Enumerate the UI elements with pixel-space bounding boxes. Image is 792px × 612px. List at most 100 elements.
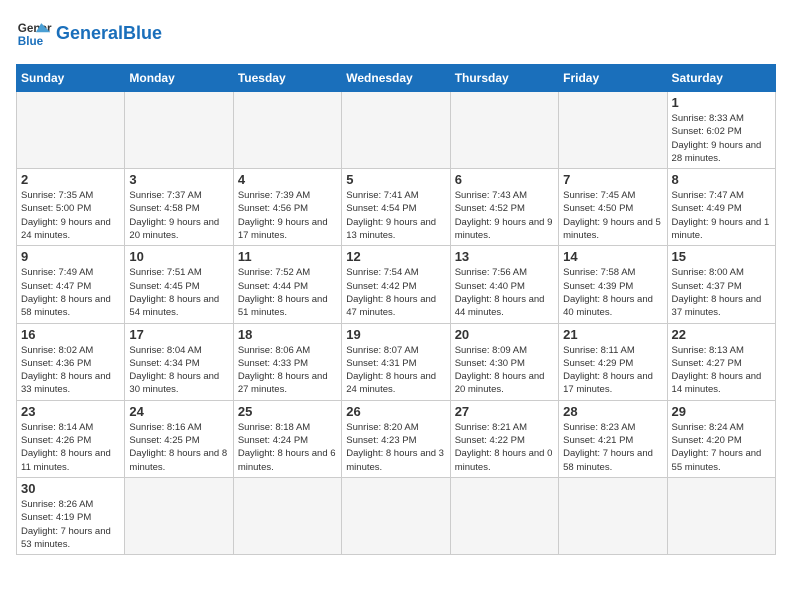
calendar-cell: 12Sunrise: 7:54 AM Sunset: 4:42 PM Dayli…: [342, 246, 450, 323]
week-row-4: 23 Sunrise: 8:14 AM Sunset: 4:26 PM Dayli…: [17, 400, 776, 477]
logo-blue: Blue: [123, 23, 162, 43]
day-info: Sunrise: 8:00 AM Sunset: 4:37 PM Dayligh…: [672, 266, 771, 319]
day-info: Sunrise: 7:51 AM Sunset: 4:45 PM Dayligh…: [129, 266, 228, 319]
calendar-cell: [559, 92, 667, 169]
day-number: 27: [455, 404, 554, 419]
calendar-header-row: SundayMondayTuesdayWednesdayThursdayFrid…: [17, 65, 776, 92]
calendar-cell: 21Sunrise: 8:11 AM Sunset: 4:29 PM Dayli…: [559, 323, 667, 400]
calendar-cell: 6 Sunrise: 7:43 AM Sunset: 4:52 PM Daylig…: [450, 169, 558, 246]
day-info: Sunrise: 8:26 AM Sunset: 4:19 PM Dayligh…: [21, 498, 120, 551]
day-number: 8: [672, 172, 771, 187]
calendar-cell: 3 Sunrise: 7:37 AM Sunset: 4:58 PM Daylig…: [125, 169, 233, 246]
day-info: Sunrise: 8:04 AM Sunset: 4:34 PM Dayligh…: [129, 344, 228, 397]
logo-icon: General Blue: [16, 16, 52, 52]
day-info: Sunrise: 7:45 AM Sunset: 4:50 PM Dayligh…: [563, 189, 662, 242]
day-number: 26: [346, 404, 445, 419]
day-number: 25: [238, 404, 337, 419]
day-header-friday: Friday: [559, 65, 667, 92]
day-info: Sunrise: 8:13 AM Sunset: 4:27 PM Dayligh…: [672, 344, 771, 397]
calendar-cell: 30 Sunrise: 8:26 AM Sunset: 4:19 PM Dayli…: [17, 477, 125, 554]
day-number: 7: [563, 172, 662, 187]
week-row-2: 9Sunrise: 7:49 AM Sunset: 4:47 PM Daylig…: [17, 246, 776, 323]
calendar-cell: 15 Sunrise: 8:00 AM Sunset: 4:37 PM Dayli…: [667, 246, 775, 323]
day-number: 6: [455, 172, 554, 187]
day-number: 16: [21, 327, 120, 342]
logo-general: General: [56, 23, 123, 43]
day-info: Sunrise: 7:58 AM Sunset: 4:39 PM Dayligh…: [563, 266, 662, 319]
calendar-cell: 8Sunrise: 7:47 AM Sunset: 4:49 PM Daylig…: [667, 169, 775, 246]
calendar-cell: [559, 477, 667, 554]
calendar-cell: 19 Sunrise: 8:07 AM Sunset: 4:31 PM Dayli…: [342, 323, 450, 400]
day-number: 21: [563, 327, 662, 342]
calendar-cell: [233, 92, 341, 169]
day-info: Sunrise: 8:33 AM Sunset: 6:02 PM Dayligh…: [672, 112, 771, 165]
calendar-cell: 26Sunrise: 8:20 AM Sunset: 4:23 PM Dayli…: [342, 400, 450, 477]
day-info: Sunrise: 8:16 AM Sunset: 4:25 PM Dayligh…: [129, 421, 228, 474]
day-header-wednesday: Wednesday: [342, 65, 450, 92]
day-header-saturday: Saturday: [667, 65, 775, 92]
day-number: 30: [21, 481, 120, 496]
calendar-cell: 28Sunrise: 8:23 AM Sunset: 4:21 PM Dayli…: [559, 400, 667, 477]
calendar-cell: 23 Sunrise: 8:14 AM Sunset: 4:26 PM Dayli…: [17, 400, 125, 477]
day-info: Sunrise: 8:07 AM Sunset: 4:31 PM Dayligh…: [346, 344, 445, 397]
day-number: 4: [238, 172, 337, 187]
day-number: 3: [129, 172, 228, 187]
day-info: Sunrise: 7:41 AM Sunset: 4:54 PM Dayligh…: [346, 189, 445, 242]
day-number: 17: [129, 327, 228, 342]
day-number: 2: [21, 172, 120, 187]
day-number: 28: [563, 404, 662, 419]
calendar-cell: [125, 477, 233, 554]
day-info: Sunrise: 7:37 AM Sunset: 4:58 PM Dayligh…: [129, 189, 228, 242]
calendar-cell: [667, 477, 775, 554]
day-info: Sunrise: 7:56 AM Sunset: 4:40 PM Dayligh…: [455, 266, 554, 319]
day-info: Sunrise: 8:09 AM Sunset: 4:30 PM Dayligh…: [455, 344, 554, 397]
day-header-sunday: Sunday: [17, 65, 125, 92]
day-number: 19: [346, 327, 445, 342]
day-number: 24: [129, 404, 228, 419]
calendar-cell: 14 Sunrise: 7:58 AM Sunset: 4:39 PM Dayli…: [559, 246, 667, 323]
calendar-cell: 9Sunrise: 7:49 AM Sunset: 4:47 PM Daylig…: [17, 246, 125, 323]
header: General Blue GeneralBlue: [16, 16, 776, 52]
calendar: SundayMondayTuesdayWednesdayThursdayFrid…: [16, 64, 776, 555]
day-number: 23: [21, 404, 120, 419]
day-info: Sunrise: 7:43 AM Sunset: 4:52 PM Dayligh…: [455, 189, 554, 242]
calendar-cell: [450, 92, 558, 169]
day-info: Sunrise: 8:24 AM Sunset: 4:20 PM Dayligh…: [672, 421, 771, 474]
day-number: 18: [238, 327, 337, 342]
day-number: 15: [672, 249, 771, 264]
calendar-cell: 25 Sunrise: 8:18 AM Sunset: 4:24 PM Dayli…: [233, 400, 341, 477]
calendar-cell: 10Sunrise: 7:51 AM Sunset: 4:45 PM Dayli…: [125, 246, 233, 323]
day-number: 1: [672, 95, 771, 110]
logo: General Blue GeneralBlue: [16, 16, 162, 52]
calendar-cell: [342, 477, 450, 554]
calendar-cell: 1 Sunrise: 8:33 AM Sunset: 6:02 PM Daylig…: [667, 92, 775, 169]
calendar-cell: 11Sunrise: 7:52 AM Sunset: 4:44 PM Dayli…: [233, 246, 341, 323]
day-number: 29: [672, 404, 771, 419]
day-number: 13: [455, 249, 554, 264]
calendar-cell: 22 Sunrise: 8:13 AM Sunset: 4:27 PM Dayli…: [667, 323, 775, 400]
week-row-3: 16 Sunrise: 8:02 AM Sunset: 4:36 PM Dayli…: [17, 323, 776, 400]
day-header-tuesday: Tuesday: [233, 65, 341, 92]
day-info: Sunrise: 8:02 AM Sunset: 4:36 PM Dayligh…: [21, 344, 120, 397]
week-row-0: 1 Sunrise: 8:33 AM Sunset: 6:02 PM Daylig…: [17, 92, 776, 169]
day-info: Sunrise: 8:18 AM Sunset: 4:24 PM Dayligh…: [238, 421, 337, 474]
calendar-cell: [125, 92, 233, 169]
calendar-cell: 5 Sunrise: 7:41 AM Sunset: 4:54 PM Daylig…: [342, 169, 450, 246]
day-number: 5: [346, 172, 445, 187]
logo-text: GeneralBlue: [56, 24, 162, 44]
day-header-thursday: Thursday: [450, 65, 558, 92]
calendar-cell: 4Sunrise: 7:39 AM Sunset: 4:56 PM Daylig…: [233, 169, 341, 246]
day-info: Sunrise: 7:35 AM Sunset: 5:00 PM Dayligh…: [21, 189, 120, 242]
calendar-cell: 17 Sunrise: 8:04 AM Sunset: 4:34 PM Dayli…: [125, 323, 233, 400]
calendar-cell: 20Sunrise: 8:09 AM Sunset: 4:30 PM Dayli…: [450, 323, 558, 400]
calendar-cell: 16 Sunrise: 8:02 AM Sunset: 4:36 PM Dayli…: [17, 323, 125, 400]
calendar-cell: [17, 92, 125, 169]
day-info: Sunrise: 8:14 AM Sunset: 4:26 PM Dayligh…: [21, 421, 120, 474]
week-row-1: 2 Sunrise: 7:35 AM Sunset: 5:00 PM Daylig…: [17, 169, 776, 246]
day-number: 22: [672, 327, 771, 342]
day-info: Sunrise: 7:49 AM Sunset: 4:47 PM Dayligh…: [21, 266, 120, 319]
calendar-cell: [233, 477, 341, 554]
calendar-cell: [450, 477, 558, 554]
calendar-cell: 27Sunrise: 8:21 AM Sunset: 4:22 PM Dayli…: [450, 400, 558, 477]
day-number: 14: [563, 249, 662, 264]
